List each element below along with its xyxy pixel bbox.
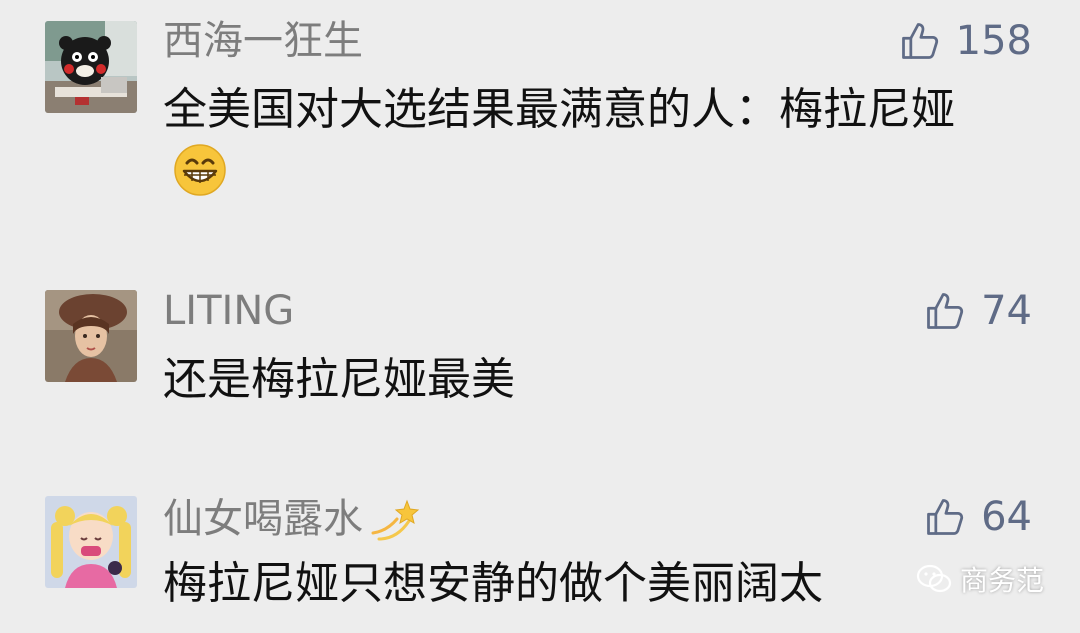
avatar[interactable] xyxy=(45,21,137,113)
comment-text: 还是梅拉尼娅最美 xyxy=(163,349,993,411)
like-count: 64 xyxy=(981,494,1032,540)
wechat-icon xyxy=(916,564,952,593)
avatar[interactable] xyxy=(45,290,137,382)
watermark: 商务范 xyxy=(916,559,1044,599)
sailor-moon-avatar-image xyxy=(45,496,137,588)
comment-text-content: 还是梅拉尼娅最美 xyxy=(163,354,515,405)
like-count: 158 xyxy=(955,18,1032,64)
comment-text: 梅拉尼娅只想安静的做个美丽阔太 xyxy=(163,553,993,615)
comment-text: 全美国对大选结果最满意的人：梅拉尼娅 xyxy=(163,79,993,203)
grinning-face-icon xyxy=(174,144,226,196)
watermark-text: 商务范 xyxy=(959,564,1044,597)
username-text: LITING xyxy=(163,288,295,334)
like-button[interactable]: 158 xyxy=(898,17,1032,65)
comment-text-content: 全美国对大选结果最满意的人：梅拉尼娅 xyxy=(163,84,955,135)
username[interactable]: 西海一狂生 xyxy=(163,17,363,65)
username-text: 仙女喝露水 xyxy=(163,496,363,542)
thumbs-up-icon xyxy=(901,23,938,59)
comment-text-content: 梅拉尼娅只想安静的做个美丽阔太 xyxy=(163,558,823,609)
username[interactable]: 仙女喝露水 xyxy=(163,493,421,545)
woman-hat-avatar-image xyxy=(45,290,137,382)
username-text: 西海一狂生 xyxy=(163,18,363,64)
thumbs-up-icon xyxy=(927,499,964,535)
like-button[interactable]: 64 xyxy=(923,493,1032,541)
username[interactable]: LITING xyxy=(163,287,294,335)
avatar[interactable] xyxy=(45,496,137,588)
like-button[interactable]: 74 xyxy=(923,287,1032,335)
thumbs-up-icon xyxy=(927,293,964,329)
like-count: 74 xyxy=(981,288,1032,334)
kumamon-avatar-image xyxy=(45,21,137,113)
sparkle-star-icon xyxy=(371,499,420,541)
